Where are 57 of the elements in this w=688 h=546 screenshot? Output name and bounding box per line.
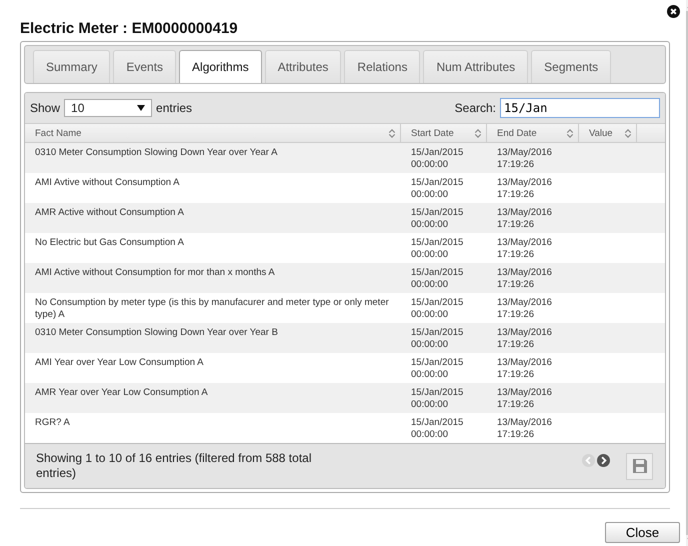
column-header[interactable]: Fact Name: [25, 124, 401, 142]
table-cell-text: 0310 Meter Consumption Slowing Down Year over Year B: [34, 326, 279, 340]
tab[interactable]: Relations: [344, 50, 420, 83]
table-cell-text: 13/May/2016 17:19:26: [496, 386, 553, 412]
close-button[interactable]: Close: [605, 522, 680, 543]
table-cell-text: 15/Jan/2015 00:00:00: [410, 416, 464, 442]
table-cell-text: 15/Jan/2015 00:00:00: [410, 356, 464, 382]
table-cell-text: RGR? A: [34, 416, 71, 430]
tab[interactable]: Events: [113, 50, 176, 83]
next-page-icon[interactable]: [597, 454, 610, 467]
dropdown-arrow-icon: [137, 105, 146, 112]
entries-dropdown[interactable]: 10: [64, 99, 152, 118]
tab[interactable]: Num Attributes: [423, 50, 528, 83]
table-cell-text: 15/Jan/2015 00:00:00: [410, 236, 464, 262]
search-label: Search:: [454, 101, 496, 116]
sort-icon: [388, 128, 396, 139]
search-field[interactable]: 15/Jan: [500, 98, 660, 118]
sort-icon: [624, 128, 632, 139]
column-header[interactable]: Start Date: [401, 124, 487, 142]
table-cell-text: AMI Avtive without Consumption A: [34, 176, 181, 190]
table-cell-text: 15/Jan/2015 00:00:00: [410, 386, 464, 412]
tab[interactable]: Algorithms: [179, 50, 262, 83]
table-cell-text: 15/Jan/2015 00:00:00: [410, 296, 464, 322]
table-cell-text: AMI Year over Year Low Consumption A: [34, 356, 204, 370]
entries-info: Showing 1 to 10 of 16 entries (filtered from 588 total entries): [36, 451, 312, 482]
table-cell-text: 13/May/2016 17:19:26: [496, 206, 553, 232]
table-cell-text: AMR Year over Year Low Consumption A: [34, 386, 209, 400]
table-cell-text: 15/Jan/2015 00:00:00: [410, 176, 464, 202]
table-cell-text: 13/May/2016 17:19:26: [496, 416, 553, 442]
table-cell-text: 15/Jan/2015 00:00:00: [410, 146, 464, 172]
table-cell-text: 13/May/2016 17:19:26: [496, 356, 553, 382]
table-cell-text: 15/Jan/2015 00:00:00: [410, 326, 464, 352]
show-label: Show: [30, 101, 60, 116]
tab[interactable]: Attributes: [264, 50, 342, 83]
table-cell-text: No Electric but Gas Consumption A: [34, 236, 185, 250]
table-cell-text: 15/Jan/2015 00:00:00: [410, 266, 464, 292]
table-cell-text: 0310 Meter Consumption Slowing Down Year over Year A: [34, 146, 278, 160]
table-cell-text: 13/May/2016 17:19:26: [496, 296, 553, 322]
table-cell-text: 13/May/2016 17:19:26: [496, 236, 553, 262]
tab[interactable]: Summary: [33, 50, 110, 83]
table-cell-text: 15/Jan/2015 00:00:00: [410, 206, 464, 232]
table-cell-text: No Consumption by meter type (is this by manufacurer and meter type or only meter type) A: [34, 296, 390, 322]
sort-icon: [566, 128, 574, 139]
table-cell-text: AMR Active without Consumption A: [34, 206, 185, 220]
sort-icon: [474, 128, 482, 139]
table-cell-text: 13/May/2016 17:19:26: [496, 266, 553, 292]
column-header[interactable]: End Date: [487, 124, 579, 142]
close-icon[interactable]: [667, 5, 680, 18]
entries-label: entries: [156, 101, 192, 116]
column-header[interactable]: Value: [579, 124, 637, 142]
dialog-title: Electric Meter : EM0000000419: [20, 20, 239, 37]
save-button[interactable]: [626, 452, 653, 480]
table-cell-text: AMI Active without Consumption for mor than x months A: [34, 266, 276, 280]
tab[interactable]: Segments: [531, 50, 612, 83]
table-cell-text: 13/May/2016 17:19:26: [496, 326, 553, 352]
table-cell-text: 13/May/2016 17:19:26: [496, 146, 553, 172]
table-cell-text: 13/May/2016 17:19:26: [496, 176, 553, 202]
